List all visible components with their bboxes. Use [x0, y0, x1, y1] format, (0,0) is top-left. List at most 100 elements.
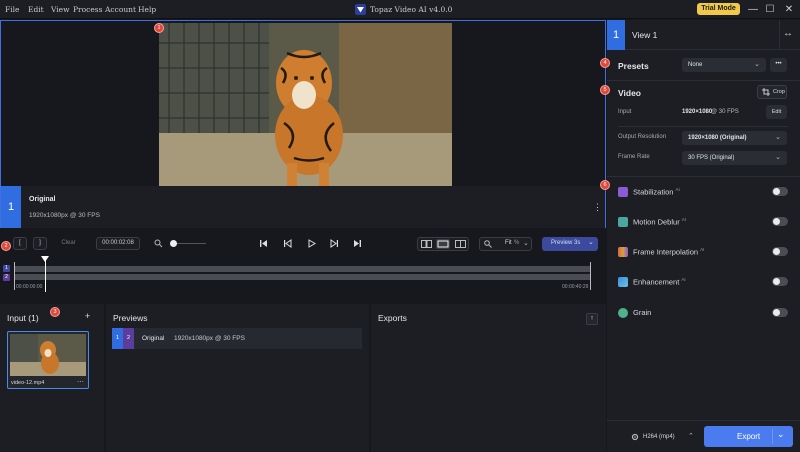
- view-header: 1 View 1 ↔: [607, 20, 800, 50]
- output-resolution-chevron-icon: ⌄: [775, 134, 781, 141]
- feature-label: Frame Interpolation AI: [633, 247, 705, 257]
- trial-mode-badge[interactable]: Trial Mode: [697, 3, 740, 15]
- crop-label: Crop: [773, 89, 785, 95]
- input-panel: Input (1) + 3 video-12.mp4 ⋯: [0, 304, 104, 452]
- feature-frame-interpolation[interactable]: Frame Interpolation AI: [618, 245, 788, 259]
- menu-process[interactable]: Process: [73, 5, 102, 14]
- timecode-field[interactable]: 00:00:02:08: [96, 237, 140, 250]
- compare-view-icon[interactable]: [455, 240, 466, 250]
- maximize-icon[interactable]: ☐: [763, 3, 777, 16]
- frame-rate-select[interactable]: 30 FPS (Original) ⌄: [682, 151, 787, 165]
- add-input-button[interactable]: +: [85, 311, 90, 321]
- divider: [607, 176, 800, 177]
- encoder-select[interactable]: H264 (mp4) ⌃: [620, 427, 697, 447]
- out-point-marker[interactable]: [590, 262, 591, 290]
- previews-panel: Previews 1 2 Original 1920x1080px @ 30 F…: [106, 304, 369, 452]
- clear-button[interactable]: Clear: [55, 237, 82, 250]
- presets-more-button[interactable]: •••: [770, 58, 787, 72]
- edit-input-button[interactable]: Edit: [766, 105, 787, 119]
- close-icon[interactable]: ✕: [782, 3, 796, 16]
- feature-motion-deblur[interactable]: Motion Deblur AI: [618, 215, 788, 229]
- feature-grain[interactable]: Grain: [618, 306, 788, 320]
- exports-panel-title: Exports: [378, 313, 407, 323]
- output-resolution-select[interactable]: 1920×1080 (Original) ⌄: [682, 131, 787, 145]
- crop-button[interactable]: Crop: [757, 85, 787, 99]
- video-viewer[interactable]: 1 1 Original 1920x1080px @ 30 FPS ⋮: [0, 20, 606, 228]
- menu-edit[interactable]: Edit: [28, 5, 44, 14]
- frame-rate-value: 30 FPS (Original): [688, 155, 735, 161]
- input-file-card[interactable]: video-12.mp4 ⋯: [7, 331, 89, 389]
- play-icon[interactable]: [307, 239, 316, 250]
- menu-account[interactable]: Account: [105, 5, 136, 14]
- presets-chevron-icon: ⌄: [754, 61, 760, 68]
- divider: [618, 126, 788, 127]
- skip-end-icon[interactable]: [353, 239, 362, 250]
- presets-title: Presets: [618, 61, 649, 71]
- menu-file[interactable]: File: [5, 5, 19, 14]
- view-number[interactable]: 1: [1, 186, 21, 228]
- feature-stabilization[interactable]: Stabilization AI: [618, 185, 788, 199]
- title-bar: File Edit View Process Account Help Topa…: [0, 0, 800, 19]
- zoom-slider-thumb[interactable]: [170, 240, 177, 247]
- previews-panel-title: Previews: [113, 313, 148, 323]
- preview-row-label: Original: [142, 335, 165, 342]
- video-section-title: Video: [618, 88, 641, 98]
- track-label-2: 2: [3, 274, 10, 281]
- track-label-1: 1: [3, 265, 10, 272]
- export-chevron-icon[interactable]: ⌄: [777, 429, 785, 440]
- set-out-button[interactable]: ]: [33, 237, 47, 250]
- chevron-down-icon: ⌄: [523, 240, 529, 247]
- export-split-divider: [772, 429, 773, 444]
- frame-rate-label: Frame Rate: [618, 154, 650, 160]
- exports-panel: Exports ↑: [371, 304, 606, 452]
- step-marker-4: 4: [600, 58, 610, 68]
- input-resolution: 1920×1080: [682, 109, 713, 115]
- preview-row-num-2: 2: [123, 328, 134, 349]
- grain-toggle[interactable]: [772, 308, 788, 317]
- skip-start-icon[interactable]: [259, 239, 268, 250]
- feature-label: Motion Deblur AI: [633, 217, 687, 227]
- view-header-number: 1: [607, 20, 625, 50]
- motion-deblur-icon: [618, 217, 628, 227]
- crop-icon: [762, 88, 770, 98]
- single-view-icon[interactable]: [436, 239, 450, 249]
- feature-enhancement[interactable]: Enhancement AI: [618, 275, 788, 289]
- export-upload-icon[interactable]: ↑: [586, 313, 598, 325]
- swap-icon[interactable]: ↔: [783, 28, 793, 39]
- minimize-icon[interactable]: —: [746, 3, 760, 16]
- presets-select[interactable]: None ⌄: [682, 58, 766, 72]
- input-file-name: video-12.mp4: [11, 380, 45, 386]
- playhead[interactable]: [45, 258, 46, 292]
- view-label: Original: [29, 196, 56, 203]
- step-forward-icon[interactable]: [330, 239, 339, 250]
- preview-row[interactable]: 1 2 Original 1920x1080px @ 30 FPS: [112, 328, 362, 349]
- set-in-button[interactable]: [: [13, 237, 27, 250]
- view-more-icon[interactable]: ⋮: [593, 202, 602, 213]
- export-button[interactable]: Export ⌄: [704, 426, 793, 447]
- menu-view[interactable]: View: [51, 5, 70, 14]
- video-frame-tiger: [159, 23, 452, 186]
- preview-button[interactable]: Preview 3s ⌄: [542, 237, 598, 251]
- transport-bar: 2 [ ] Clear 00:00:02:08 Fit % ⌄ Preview …: [0, 230, 606, 258]
- input-fps: @ 30 FPS: [711, 109, 739, 115]
- step-back-icon[interactable]: [283, 239, 292, 250]
- motion-deblur-toggle[interactable]: [772, 217, 788, 226]
- grain-icon: [618, 308, 628, 318]
- playhead-handle-icon[interactable]: [41, 256, 49, 262]
- enhancement-toggle[interactable]: [772, 277, 788, 286]
- in-point-marker[interactable]: [14, 262, 15, 290]
- divider: [607, 420, 800, 421]
- timeline-track-2[interactable]: [14, 274, 590, 280]
- step-marker-5: 5: [600, 85, 610, 95]
- preview-chevron-icon[interactable]: ⌄: [588, 238, 594, 246]
- file-more-icon[interactable]: ⋯: [77, 378, 84, 386]
- input-thumbnail: [10, 334, 86, 376]
- frame-interpolation-toggle[interactable]: [772, 247, 788, 256]
- timeline[interactable]: 1 2 00:00:00:00 00:00:40:29: [0, 256, 606, 294]
- split-view-icon[interactable]: [421, 240, 432, 250]
- timeline-track-1[interactable]: [14, 266, 590, 272]
- encoder-chevron-icon: ⌃: [688, 433, 694, 440]
- stabilization-toggle[interactable]: [772, 187, 788, 196]
- zoom-fit-select[interactable]: Fit % ⌄: [479, 237, 532, 251]
- menu-help[interactable]: Help: [138, 5, 156, 14]
